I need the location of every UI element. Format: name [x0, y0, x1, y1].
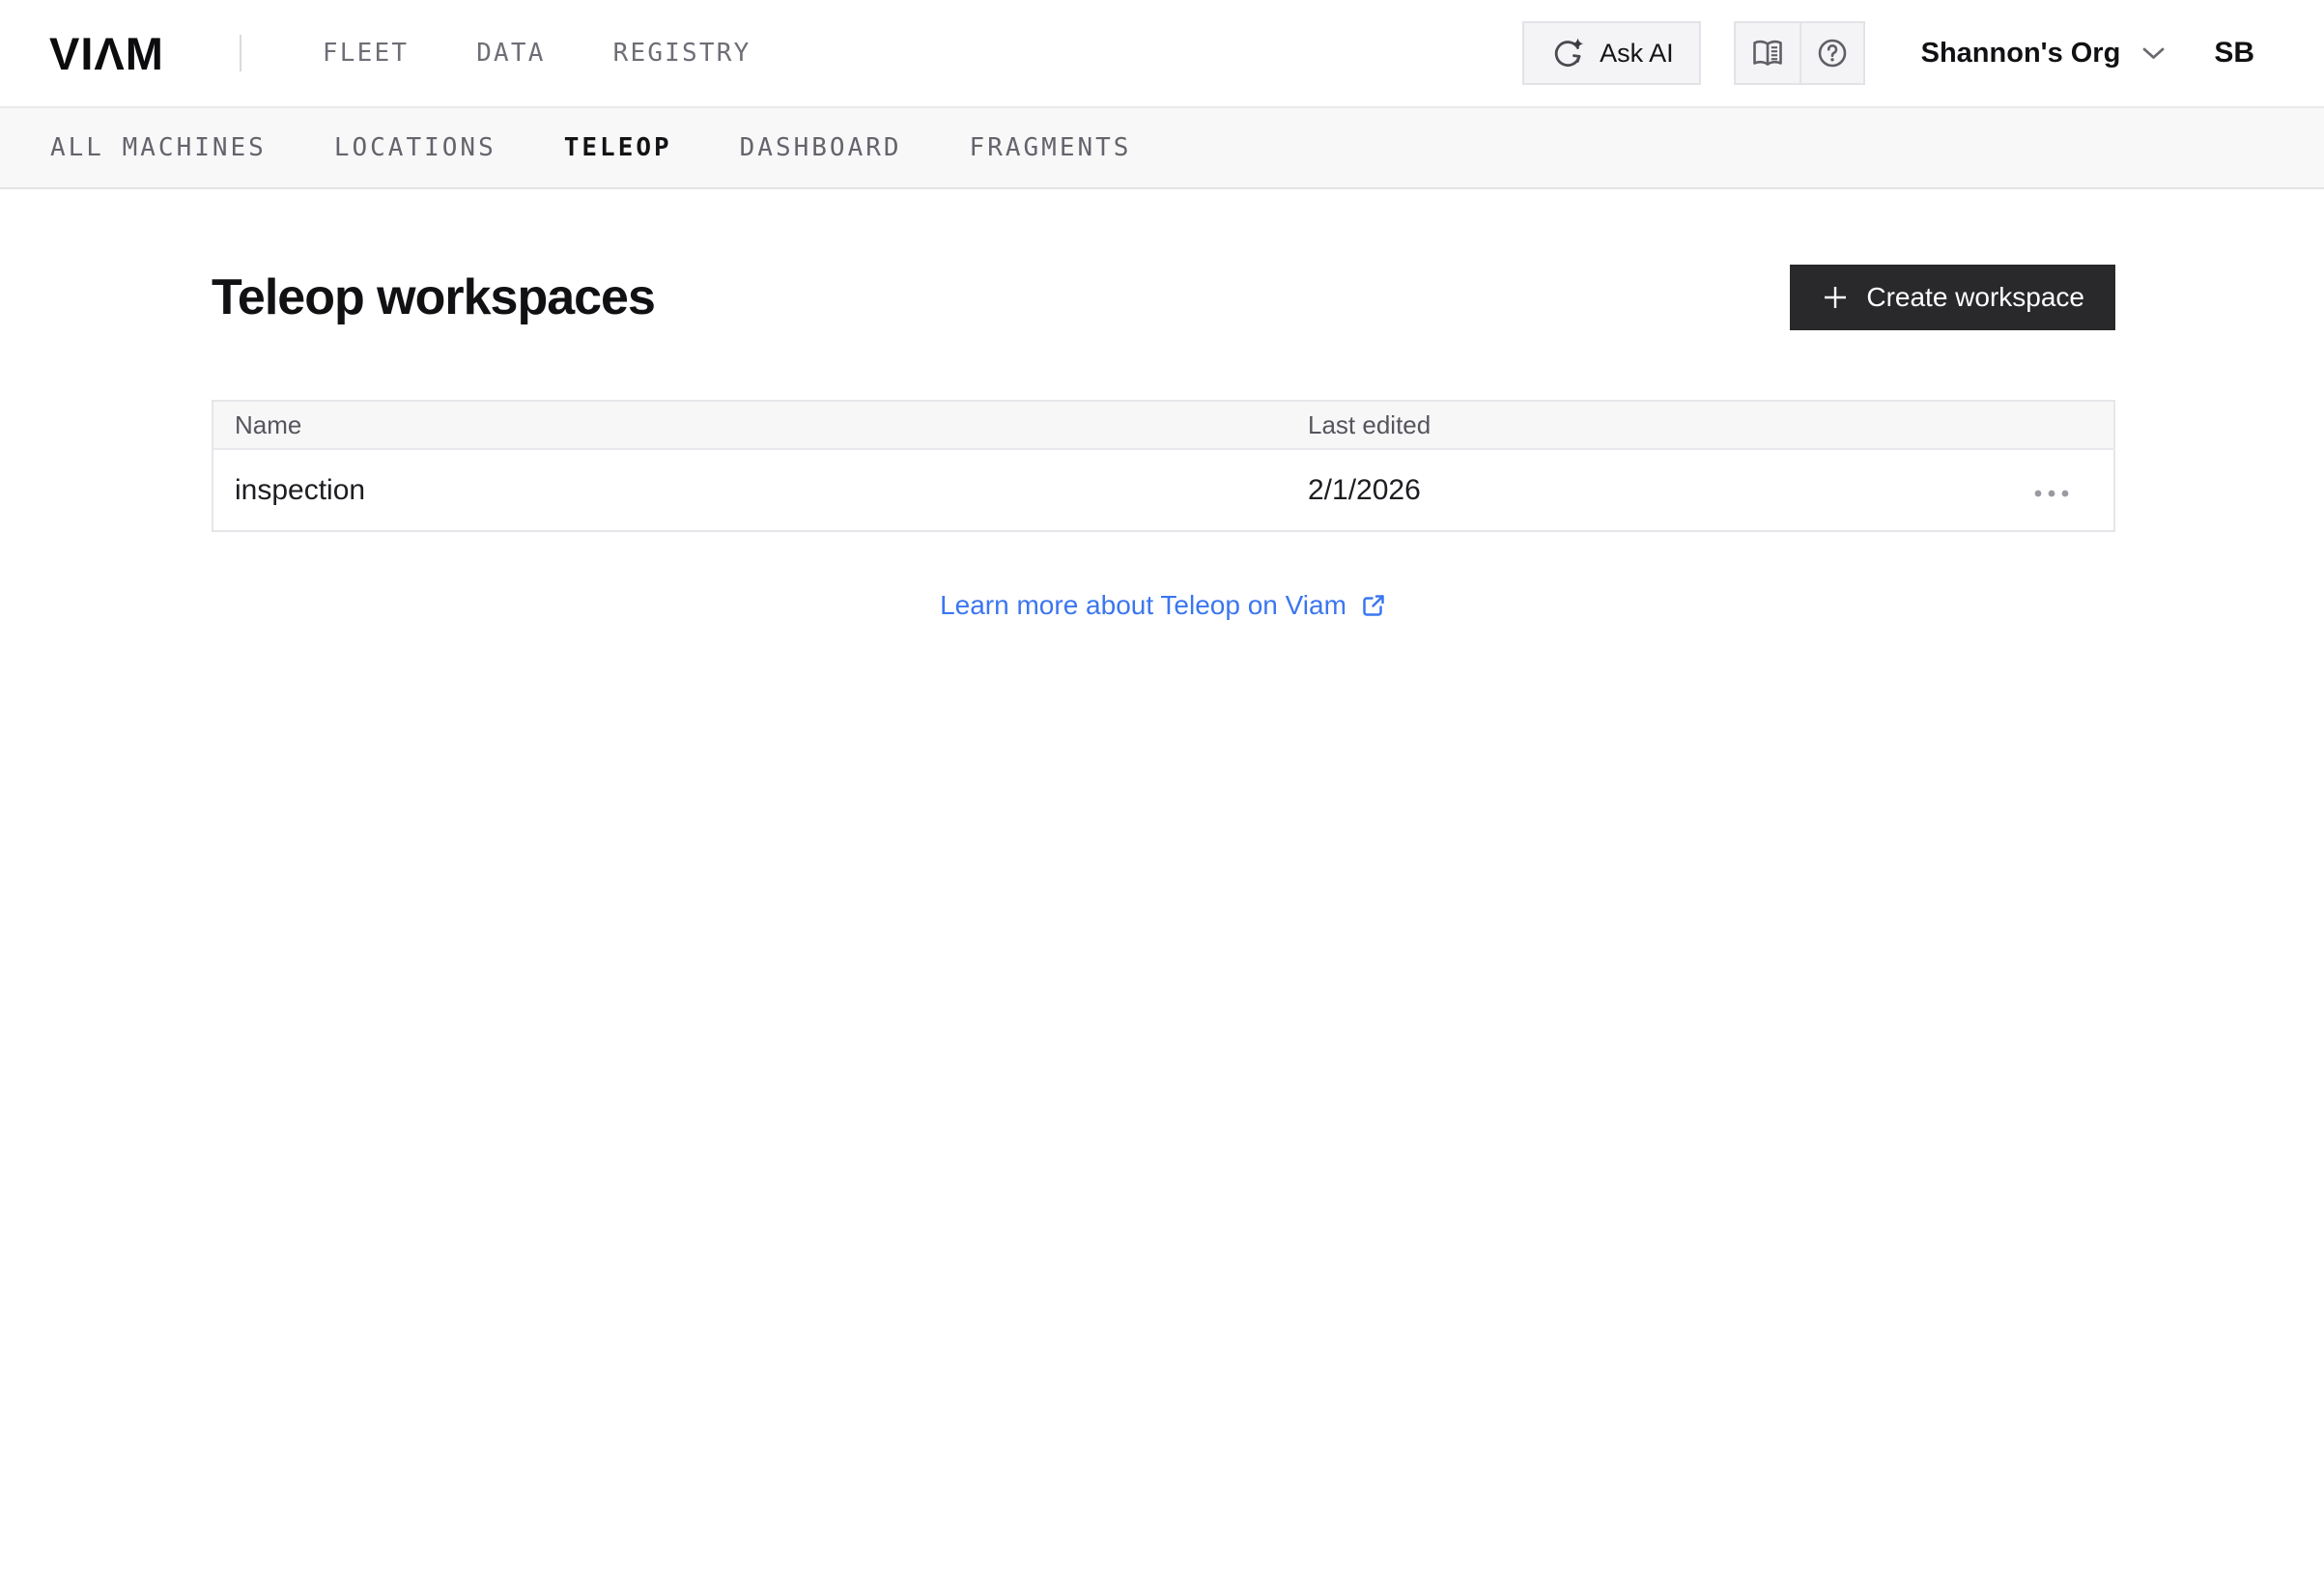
- tab-all-machines[interactable]: ALL MACHINES: [50, 133, 267, 162]
- tab-fragments[interactable]: FRAGMENTS: [970, 133, 1132, 162]
- external-link-icon: [1360, 592, 1387, 619]
- create-workspace-button[interactable]: Create workspace: [1790, 265, 2115, 330]
- page-title: Teleop workspaces: [212, 268, 656, 325]
- column-header-actions: [2018, 401, 2114, 449]
- user-avatar[interactable]: SB: [2214, 37, 2254, 70]
- create-workspace-label: Create workspace: [1866, 282, 2084, 312]
- help-button[interactable]: [1799, 23, 1863, 83]
- primary-nav: FLEET DATA REGISTRY: [323, 39, 751, 68]
- book-icon: [1750, 38, 1785, 69]
- nav-registry[interactable]: REGISTRY: [613, 39, 751, 68]
- ellipsis-icon: [2032, 488, 2071, 502]
- org-switcher[interactable]: Shannon's Org: [1921, 38, 2167, 70]
- nav-fleet[interactable]: FLEET: [323, 39, 409, 68]
- ask-ai-button[interactable]: Ask AI: [1522, 21, 1701, 85]
- learn-more-link[interactable]: Learn more about Teleop on Viam: [940, 590, 1387, 621]
- table-row[interactable]: inspection 2/1/2026: [213, 449, 2114, 531]
- help-icon-group: [1733, 21, 1865, 85]
- ask-ai-label: Ask AI: [1600, 38, 1674, 68]
- column-header-name: Name: [235, 409, 302, 439]
- chevron-down-icon: [2141, 46, 2166, 61]
- header-divider: [239, 35, 241, 71]
- tab-locations[interactable]: LOCATIONS: [334, 133, 496, 162]
- plus-icon: [1821, 283, 1850, 312]
- workspace-last-edited-cell: 2/1/2026: [1308, 473, 1421, 506]
- workspaces-table: Name Last edited inspection 2/1/2026: [212, 400, 2115, 532]
- top-header: VIΛM FLEET DATA REGISTRY Ask AI Shannon'…: [0, 0, 2324, 108]
- documentation-button[interactable]: [1736, 23, 1800, 83]
- header-actions: Ask AI Shannon's Org SB: [1522, 21, 2254, 85]
- ask-ai-sparkle-icon: [1549, 36, 1585, 71]
- viam-logo[interactable]: VIΛM: [49, 31, 164, 76]
- tab-teleop[interactable]: TELEOP: [564, 133, 672, 162]
- workspace-name-cell[interactable]: inspection: [213, 449, 1287, 531]
- table-header-row: Name Last edited: [213, 401, 2114, 449]
- row-options-button[interactable]: [2026, 480, 2077, 507]
- column-header-last-edited: Last edited: [1308, 409, 1431, 439]
- title-row: Teleop workspaces Create workspace: [212, 265, 2115, 330]
- nav-data[interactable]: DATA: [476, 39, 545, 68]
- question-mark-icon: [1815, 36, 1850, 70]
- learn-more-label: Learn more about Teleop on Viam: [940, 590, 1346, 620]
- fleet-subnav: ALL MACHINES LOCATIONS TELEOP DASHBOARD …: [0, 108, 2324, 189]
- tab-dashboard[interactable]: DASHBOARD: [740, 133, 902, 162]
- learn-more-row: Learn more about Teleop on Viam: [212, 590, 2115, 621]
- main-content: Teleop workspaces Create workspace Name …: [212, 265, 2115, 621]
- org-name: Shannon's Org: [1920, 37, 2121, 69]
